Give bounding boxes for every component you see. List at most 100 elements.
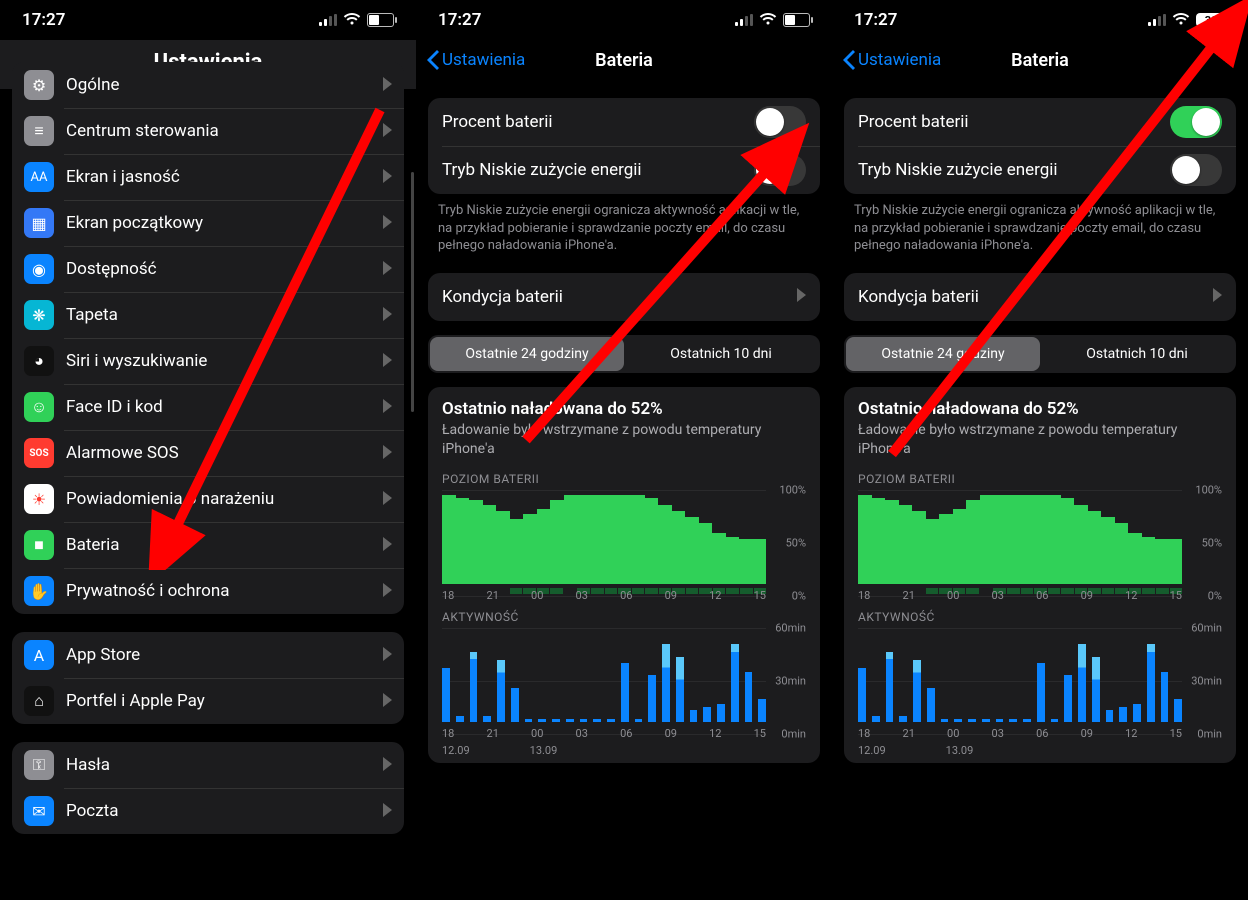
chevron-right-icon <box>383 802 392 821</box>
signal-icon <box>319 14 337 26</box>
chevron-right-icon <box>1213 287 1222 306</box>
pane-battery-off: 17:27 Ustawienia Bateria Procent baterii… <box>416 0 832 900</box>
charged-sub: Ładowanie było wstrzymane z powodu tempe… <box>858 421 1222 459</box>
settings-row-powiadomienia-o-nara-eniu[interactable]: ☀ Powiadomienia o narażeniu <box>12 476 404 522</box>
settings-row-app-store[interactable]: A App Store <box>12 632 404 678</box>
settings-row-poczta[interactable]: ✉Poczta <box>12 788 404 834</box>
chevron-right-icon <box>383 490 392 509</box>
row-label: Ekran i jasność <box>66 167 383 187</box>
settings-row-prywatno-i-ochrona[interactable]: ✋ Prywatność i ochrona <box>12 568 404 614</box>
back-button[interactable]: Ustawienia <box>426 50 525 70</box>
row-label: Portfel i Apple Pay <box>66 691 383 711</box>
sliders-icon: ≡ <box>24 116 54 146</box>
toggle-percent-on[interactable] <box>1170 106 1222 138</box>
pane-battery-on: 17:27 39 Ustawienia Bateria Procent bate… <box>832 0 1248 900</box>
page-title: Bateria <box>1011 50 1069 71</box>
wifi-icon <box>1172 10 1190 30</box>
settings-row-bateria[interactable]: ■ Bateria <box>12 522 404 568</box>
row-label: App Store <box>66 645 383 665</box>
nav-header: Ustawienia Bateria <box>416 40 832 80</box>
row-battery-health[interactable]: Kondycja baterii <box>844 273 1236 321</box>
status-bar: 17:27 39 <box>832 0 1248 40</box>
row-label: Tapeta <box>66 305 383 325</box>
chevron-right-icon <box>383 76 392 95</box>
lowpower-footer: Tryb Niskie zużycie energii ogranicza ak… <box>832 194 1248 255</box>
status-bar: 17:27 <box>0 0 416 40</box>
back-button[interactable]: Ustawienia <box>842 50 941 70</box>
settings-row-ekran-i-jasno-[interactable]: AA Ekran i jasność <box>12 154 404 200</box>
accessibility-icon: ◉ <box>24 254 54 284</box>
row-label: Powiadomienia o narażeniu <box>66 489 383 509</box>
wifi-icon <box>759 10 777 30</box>
status-time: 17:27 <box>854 10 897 30</box>
privacy-icon: ✋ <box>24 576 54 606</box>
settings-row-face-id-i-kod[interactable]: ☺ Face ID i kod <box>12 384 404 430</box>
chevron-right-icon <box>383 646 392 665</box>
chart-activity: 60min 30min 0min 1821000306091215 <box>858 628 1222 734</box>
row-battery-percent[interactable]: Procent baterii <box>428 98 820 146</box>
seg-10d[interactable]: Ostatnich 10 dni <box>624 337 818 371</box>
wifi-icon <box>343 10 361 30</box>
row-low-power[interactable]: Tryb Niskie zużycie energii <box>428 146 820 194</box>
settings-row-has-a[interactable]: ⚿Hasła <box>12 742 404 788</box>
chevron-right-icon <box>383 398 392 417</box>
settings-row-alarmowe-sos[interactable]: SOS Alarmowe SOS <box>12 430 404 476</box>
battery-icon: ■ <box>24 530 54 560</box>
status-bar: 17:27 <box>416 0 832 40</box>
time-range-segment[interactable]: Ostatnie 24 godziny Ostatnich 10 dni <box>844 335 1236 373</box>
exposure-icon: ☀ <box>24 484 54 514</box>
sos-icon: SOS <box>24 438 54 468</box>
settings-row-centrum-sterowania[interactable]: ≡ Centrum sterowania <box>12 108 404 154</box>
charged-title: Ostatnio naładowana do 52% <box>442 399 806 419</box>
row-label: Centrum sterowania <box>66 121 383 141</box>
row-label: Poczta <box>66 801 383 821</box>
toggle-lowpower[interactable] <box>754 154 806 186</box>
wallpaper-icon: ❋ <box>24 300 54 330</box>
settings-row-portfel-i-apple-pay[interactable]: ⌂Portfel i Apple Pay <box>12 678 404 724</box>
nav-header: Ustawienia Bateria <box>832 40 1248 80</box>
seg-24h[interactable]: Ostatnie 24 godziny <box>846 337 1040 371</box>
scrollbar[interactable] <box>411 172 414 412</box>
seg-24h[interactable]: Ostatnie 24 godziny <box>430 337 624 371</box>
status-time: 17:27 <box>22 10 65 30</box>
usage-card: Ostatnio naładowana do 52% Ładowanie był… <box>428 387 820 764</box>
settings-row-og-lne[interactable]: ⚙︎ Ogólne <box>12 62 404 108</box>
settings-row-dost-pno-[interactable]: ◉ Dostępność <box>12 246 404 292</box>
gear-icon: ⚙︎ <box>24 70 54 100</box>
chevron-right-icon <box>383 214 392 233</box>
row-label: Siri i wyszukiwanie <box>66 351 383 371</box>
row-label: Face ID i kod <box>66 397 383 417</box>
aa-icon: AA <box>24 162 54 192</box>
toggle-lowpower[interactable] <box>1170 154 1222 186</box>
row-battery-percent[interactable]: Procent baterii <box>844 98 1236 146</box>
chevron-right-icon <box>383 536 392 555</box>
battery-percent-badge: 39 <box>1196 13 1226 27</box>
row-label: Bateria <box>66 535 383 555</box>
row-battery-health[interactable]: Kondycja baterii <box>428 273 820 321</box>
charged-title: Ostatnio naładowana do 52% <box>858 399 1222 419</box>
battery-icon <box>367 13 394 27</box>
chevron-right-icon <box>383 122 392 141</box>
pane-settings-list: 17:27 Ustawienia ⚙︎Ogólne≡Centrum sterow… <box>0 0 416 900</box>
appstore-icon: A <box>24 640 54 670</box>
row-label: Dostępność <box>66 259 383 279</box>
chevron-right-icon <box>383 582 392 601</box>
time-range-segment[interactable]: Ostatnie 24 godziny Ostatnich 10 dni <box>428 335 820 373</box>
lowpower-footer: Tryb Niskie zużycie energii ogranicza ak… <box>416 194 832 255</box>
seg-10d[interactable]: Ostatnich 10 dni <box>1040 337 1234 371</box>
row-label: Prywatność i ochrona <box>66 581 383 601</box>
settings-row-ekran-pocz-tkowy[interactable]: ▦Ekran początkowy <box>12 200 404 246</box>
chevron-right-icon <box>383 444 392 463</box>
toggle-percent-off[interactable] <box>754 106 806 138</box>
settings-row-tapeta[interactable]: ❋ Tapeta <box>12 292 404 338</box>
faceid-icon: ☺ <box>24 392 54 422</box>
battery-icon <box>783 13 810 27</box>
chevron-right-icon <box>383 306 392 325</box>
chevron-right-icon <box>383 260 392 279</box>
signal-icon <box>1148 14 1166 26</box>
siri-icon: ◕ <box>24 346 54 376</box>
row-label: Ogólne <box>66 75 383 95</box>
row-label: Alarmowe SOS <box>66 443 383 463</box>
row-low-power[interactable]: Tryb Niskie zużycie energii <box>844 146 1236 194</box>
settings-row-siri-i-wyszukiwanie[interactable]: ◕ Siri i wyszukiwanie <box>12 338 404 384</box>
